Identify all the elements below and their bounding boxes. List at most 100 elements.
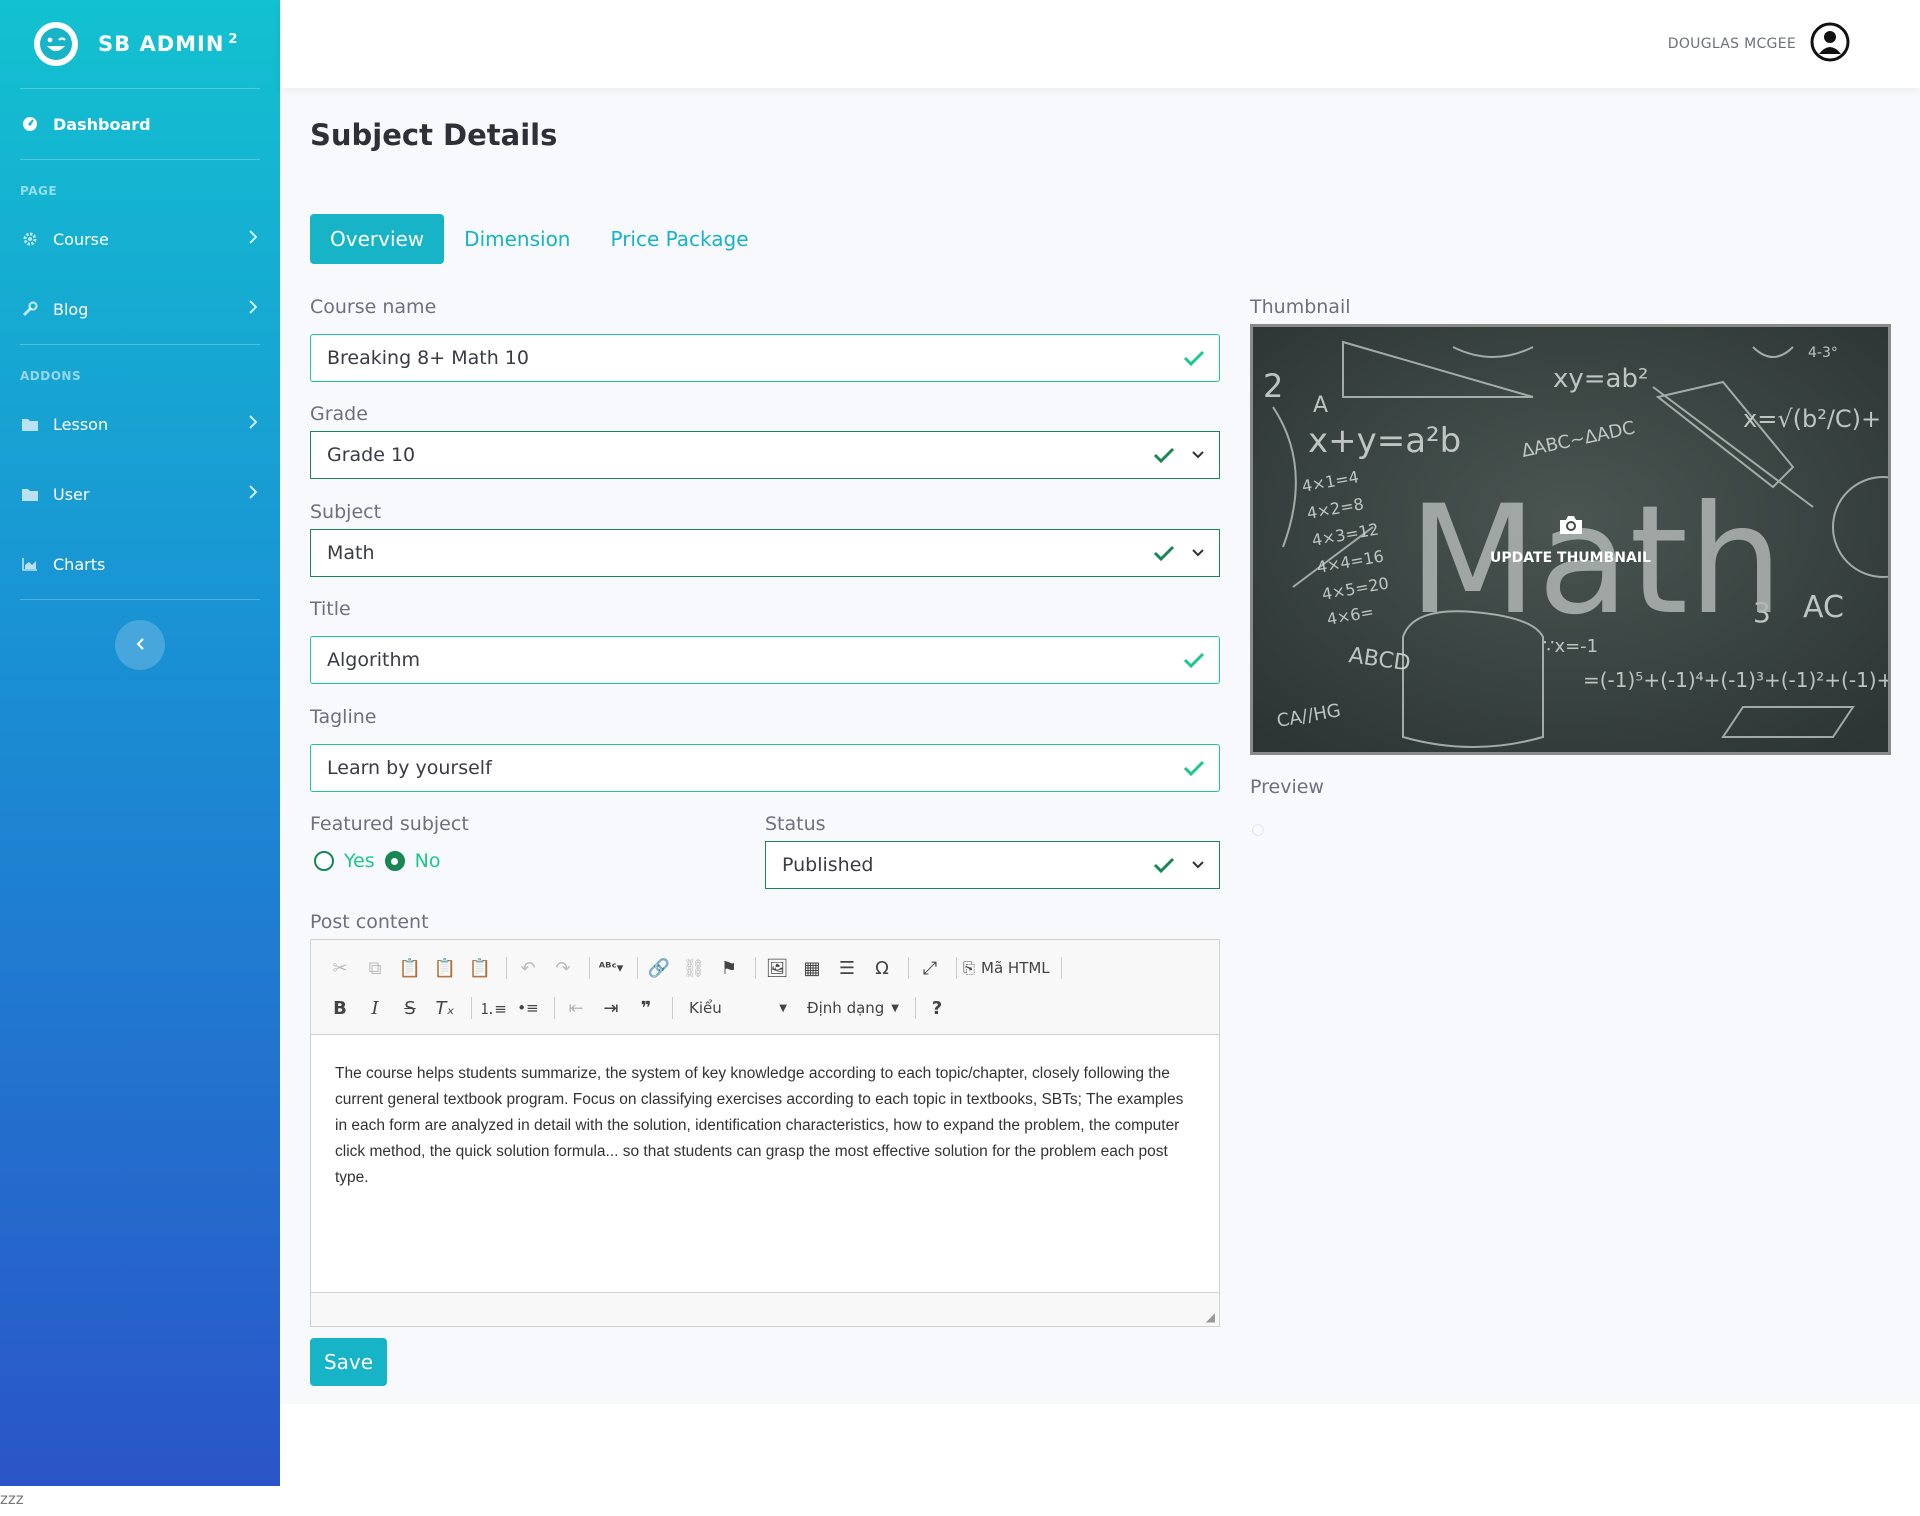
help-icon[interactable]: ?	[922, 993, 952, 1023]
format-dropdown[interactable]: Định dạng ▼	[797, 993, 909, 1023]
paste-text-icon[interactable]: 📋	[430, 953, 460, 983]
tab-price-package[interactable]: Price Package	[590, 214, 768, 264]
toolbar-separator	[915, 997, 916, 1019]
main-content: Subject Details Overview Dimension Price…	[280, 88, 1920, 1404]
paste-icon[interactable]: 📋	[395, 953, 425, 983]
editor-content[interactable]: The course helps students summarize, the…	[311, 1035, 1219, 1285]
resize-handle-icon[interactable]: ◢	[1206, 1310, 1215, 1324]
tachometer-icon	[22, 116, 42, 132]
paste-word-icon[interactable]: 📋	[465, 953, 495, 983]
copy-icon[interactable]: ⧉	[360, 953, 390, 983]
featured-radio-group: Yes No	[314, 850, 441, 872]
toolbar-separator	[554, 997, 555, 1019]
italic-icon[interactable]: I	[360, 993, 390, 1023]
special-char-icon[interactable]: Ω	[867, 953, 897, 983]
toolbar-separator	[637, 957, 638, 979]
redo-icon[interactable]: ↷	[548, 953, 578, 983]
maximize-icon[interactable]: ⤢	[915, 953, 945, 983]
status-label: Status	[765, 813, 826, 835]
editor-footer: ◢	[311, 1292, 1219, 1326]
blockquote-icon[interactable]: ❞	[631, 993, 661, 1023]
title-input[interactable]: Algorithm	[310, 636, 1220, 684]
check-icon	[1153, 856, 1175, 874]
grade-value: Grade 10	[327, 444, 416, 466]
thumbnail-label: Thumbnail	[1250, 296, 1351, 318]
chevron-down-icon	[1191, 548, 1205, 558]
course-name-input[interactable]: Breaking 8+ Math 10	[310, 334, 1220, 382]
tagline-label: Tagline	[310, 706, 377, 728]
sidebar-item-label: User	[53, 484, 90, 504]
tagline-input[interactable]: Learn by yourself	[310, 744, 1220, 792]
caret-down-icon: ▼	[891, 1002, 899, 1014]
indent-icon[interactable]: ⇥	[596, 993, 626, 1023]
thumbnail-image[interactable]: x+y=a²b xy=ab² ΔABC~ΔADC 4×1=4 4×2=8 4×3…	[1250, 324, 1891, 755]
featured-yes-label[interactable]: Yes	[344, 850, 375, 872]
status-select[interactable]: Published	[765, 841, 1220, 889]
anchor-flag-icon[interactable]: ⚑	[714, 953, 744, 983]
bulleted-list-icon[interactable]: •≡	[513, 993, 543, 1023]
footer-note: zzz	[0, 1490, 24, 1508]
sidebar-heading-addons: ADDONS	[20, 369, 82, 383]
toolbar-separator	[908, 957, 909, 979]
source-button[interactable]: ⎘ Mã HTML	[963, 953, 1050, 983]
table-icon[interactable]: ▦	[797, 953, 827, 983]
cut-icon[interactable]: ✂	[325, 953, 355, 983]
chevron-right-icon	[248, 229, 258, 249]
chevron-down-icon	[1191, 450, 1205, 460]
sidebar-item-label: Course	[53, 229, 109, 249]
featured-yes-radio[interactable]	[314, 851, 334, 871]
course-name-value: Breaking 8+ Math 10	[327, 347, 529, 369]
tabs: Overview Dimension Price Package	[310, 214, 769, 264]
outdent-icon[interactable]: ⇤	[561, 993, 591, 1023]
tab-overview[interactable]: Overview	[310, 214, 445, 264]
toolbar-separator	[755, 957, 756, 979]
source-icon: ⎘	[963, 959, 976, 977]
spellcheck-icon[interactable]: ᴬᴮᶜ▾	[596, 953, 626, 983]
style-dropdown[interactable]: Kiểu ▼	[679, 993, 797, 1023]
format-label: Định dạng	[807, 999, 885, 1017]
toolbar-separator	[506, 957, 507, 979]
sidebar-item-label: Lesson	[53, 414, 109, 434]
strikethrough-icon[interactable]: S	[395, 993, 425, 1023]
featured-label: Featured subject	[310, 813, 469, 835]
brand[interactable]: SB ADMIN 2	[0, 0, 280, 88]
preview-label: Preview	[1250, 776, 1324, 798]
unlink-icon[interactable]: ⛓	[679, 953, 709, 983]
sidebar-item-course[interactable]: Course	[0, 204, 280, 274]
title-label: Title	[310, 598, 351, 620]
folder-icon	[22, 417, 42, 431]
grade-label: Grade	[310, 403, 368, 425]
sidebar-item-user[interactable]: User	[0, 459, 280, 529]
link-icon[interactable]: 🔗	[644, 953, 674, 983]
tab-dimension[interactable]: Dimension	[444, 214, 590, 264]
sidebar-item-lesson[interactable]: Lesson	[0, 389, 280, 459]
image-icon[interactable]: 🖼	[762, 953, 792, 983]
user-avatar-icon[interactable]	[1810, 22, 1850, 66]
brand-name: SB ADMIN 2	[98, 32, 239, 56]
check-icon	[1153, 544, 1175, 562]
numbered-list-icon[interactable]: ⒈≡	[478, 993, 508, 1023]
post-content-label: Post content	[310, 911, 429, 933]
sidebar-item-charts[interactable]: Charts	[0, 529, 280, 599]
grade-select[interactable]: Grade 10	[310, 431, 1220, 479]
featured-no-label[interactable]: No	[415, 850, 441, 872]
editor-toolbar: ✂ ⧉ 📋 📋 📋 ↶ ↷ ᴬᴮᶜ▾ 🔗 ⛓ ⚑ 🖼 ▦ ☰ Ω ⤢ ⎘ Mã …	[311, 940, 1219, 1035]
sidebar-heading-page: PAGE	[20, 184, 58, 198]
subject-select[interactable]: Math	[310, 529, 1220, 577]
preview-placeholder	[1252, 824, 1264, 836]
bold-icon[interactable]: B	[325, 993, 355, 1023]
chevron-right-icon	[248, 299, 258, 319]
remove-format-icon[interactable]: Tₓ	[430, 993, 460, 1023]
sidebar-item-blog[interactable]: Blog	[0, 274, 280, 344]
sidebar: SB ADMIN 2 Dashboard PAGE Course Blog ADD…	[0, 0, 280, 1486]
featured-no-radio[interactable]	[384, 851, 405, 871]
sidebar-item-dashboard[interactable]: Dashboard	[0, 89, 280, 159]
user-name[interactable]: DOUGLAS MCGEE	[1668, 36, 1796, 52]
horizontal-line-icon[interactable]: ☰	[832, 953, 862, 983]
check-icon	[1183, 651, 1205, 669]
update-thumbnail-overlay[interactable]: UPDATE THUMBNAIL	[1253, 327, 1888, 752]
save-button[interactable]: Save	[310, 1338, 387, 1386]
undo-icon[interactable]: ↶	[513, 953, 543, 983]
sidebar-toggle-button[interactable]	[115, 620, 165, 670]
chevron-down-icon	[1191, 860, 1205, 870]
